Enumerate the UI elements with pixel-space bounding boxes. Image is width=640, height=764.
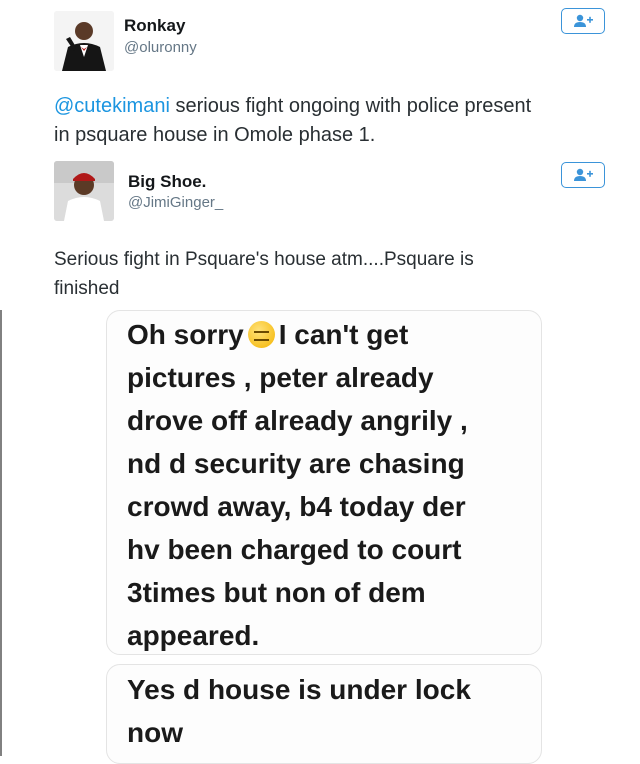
chat-message-bubble: Yes d house is under lock now <box>106 664 542 764</box>
chat-message-bubble: Oh sorry I can't get pictures , peter alr… <box>106 310 542 655</box>
tweet-bigshoe: Big Shoe. @JimiGinger_ Serious fight in … <box>0 160 640 310</box>
tweet-ronkay: Ronkay @oluronny @cutekimani serious fig… <box>0 0 640 160</box>
chat-message-text: Yes d house is under lock now <box>127 674 471 748</box>
avatar[interactable] <box>54 161 114 221</box>
chat-message-text: Oh sorry I can't get pictures , peter alr… <box>127 313 533 657</box>
tweet-text: Serious fight in Psquare's house atm....… <box>54 249 474 299</box>
tweet-text: @cutekimani serious fight ongoing with p… <box>54 92 614 150</box>
message-text-part2: I can't get pictures , peter already dro… <box>127 319 468 651</box>
add-user-icon <box>574 14 593 27</box>
display-name[interactable]: Big Shoe. <box>128 172 206 192</box>
divider <box>0 310 2 756</box>
display-name[interactable]: Ronkay <box>124 16 185 36</box>
expressionless-face-emoji <box>247 321 275 348</box>
follow-button[interactable] <box>561 162 605 188</box>
mention-link[interactable]: @cutekimani <box>54 95 170 117</box>
add-user-icon <box>574 168 593 181</box>
avatar[interactable] <box>54 11 114 71</box>
user-handle[interactable]: @JimiGinger_ <box>128 194 223 211</box>
message-text-part1: Oh sorry <box>127 319 244 350</box>
user-handle[interactable]: @oluronny <box>124 39 197 56</box>
follow-button[interactable] <box>561 8 605 34</box>
